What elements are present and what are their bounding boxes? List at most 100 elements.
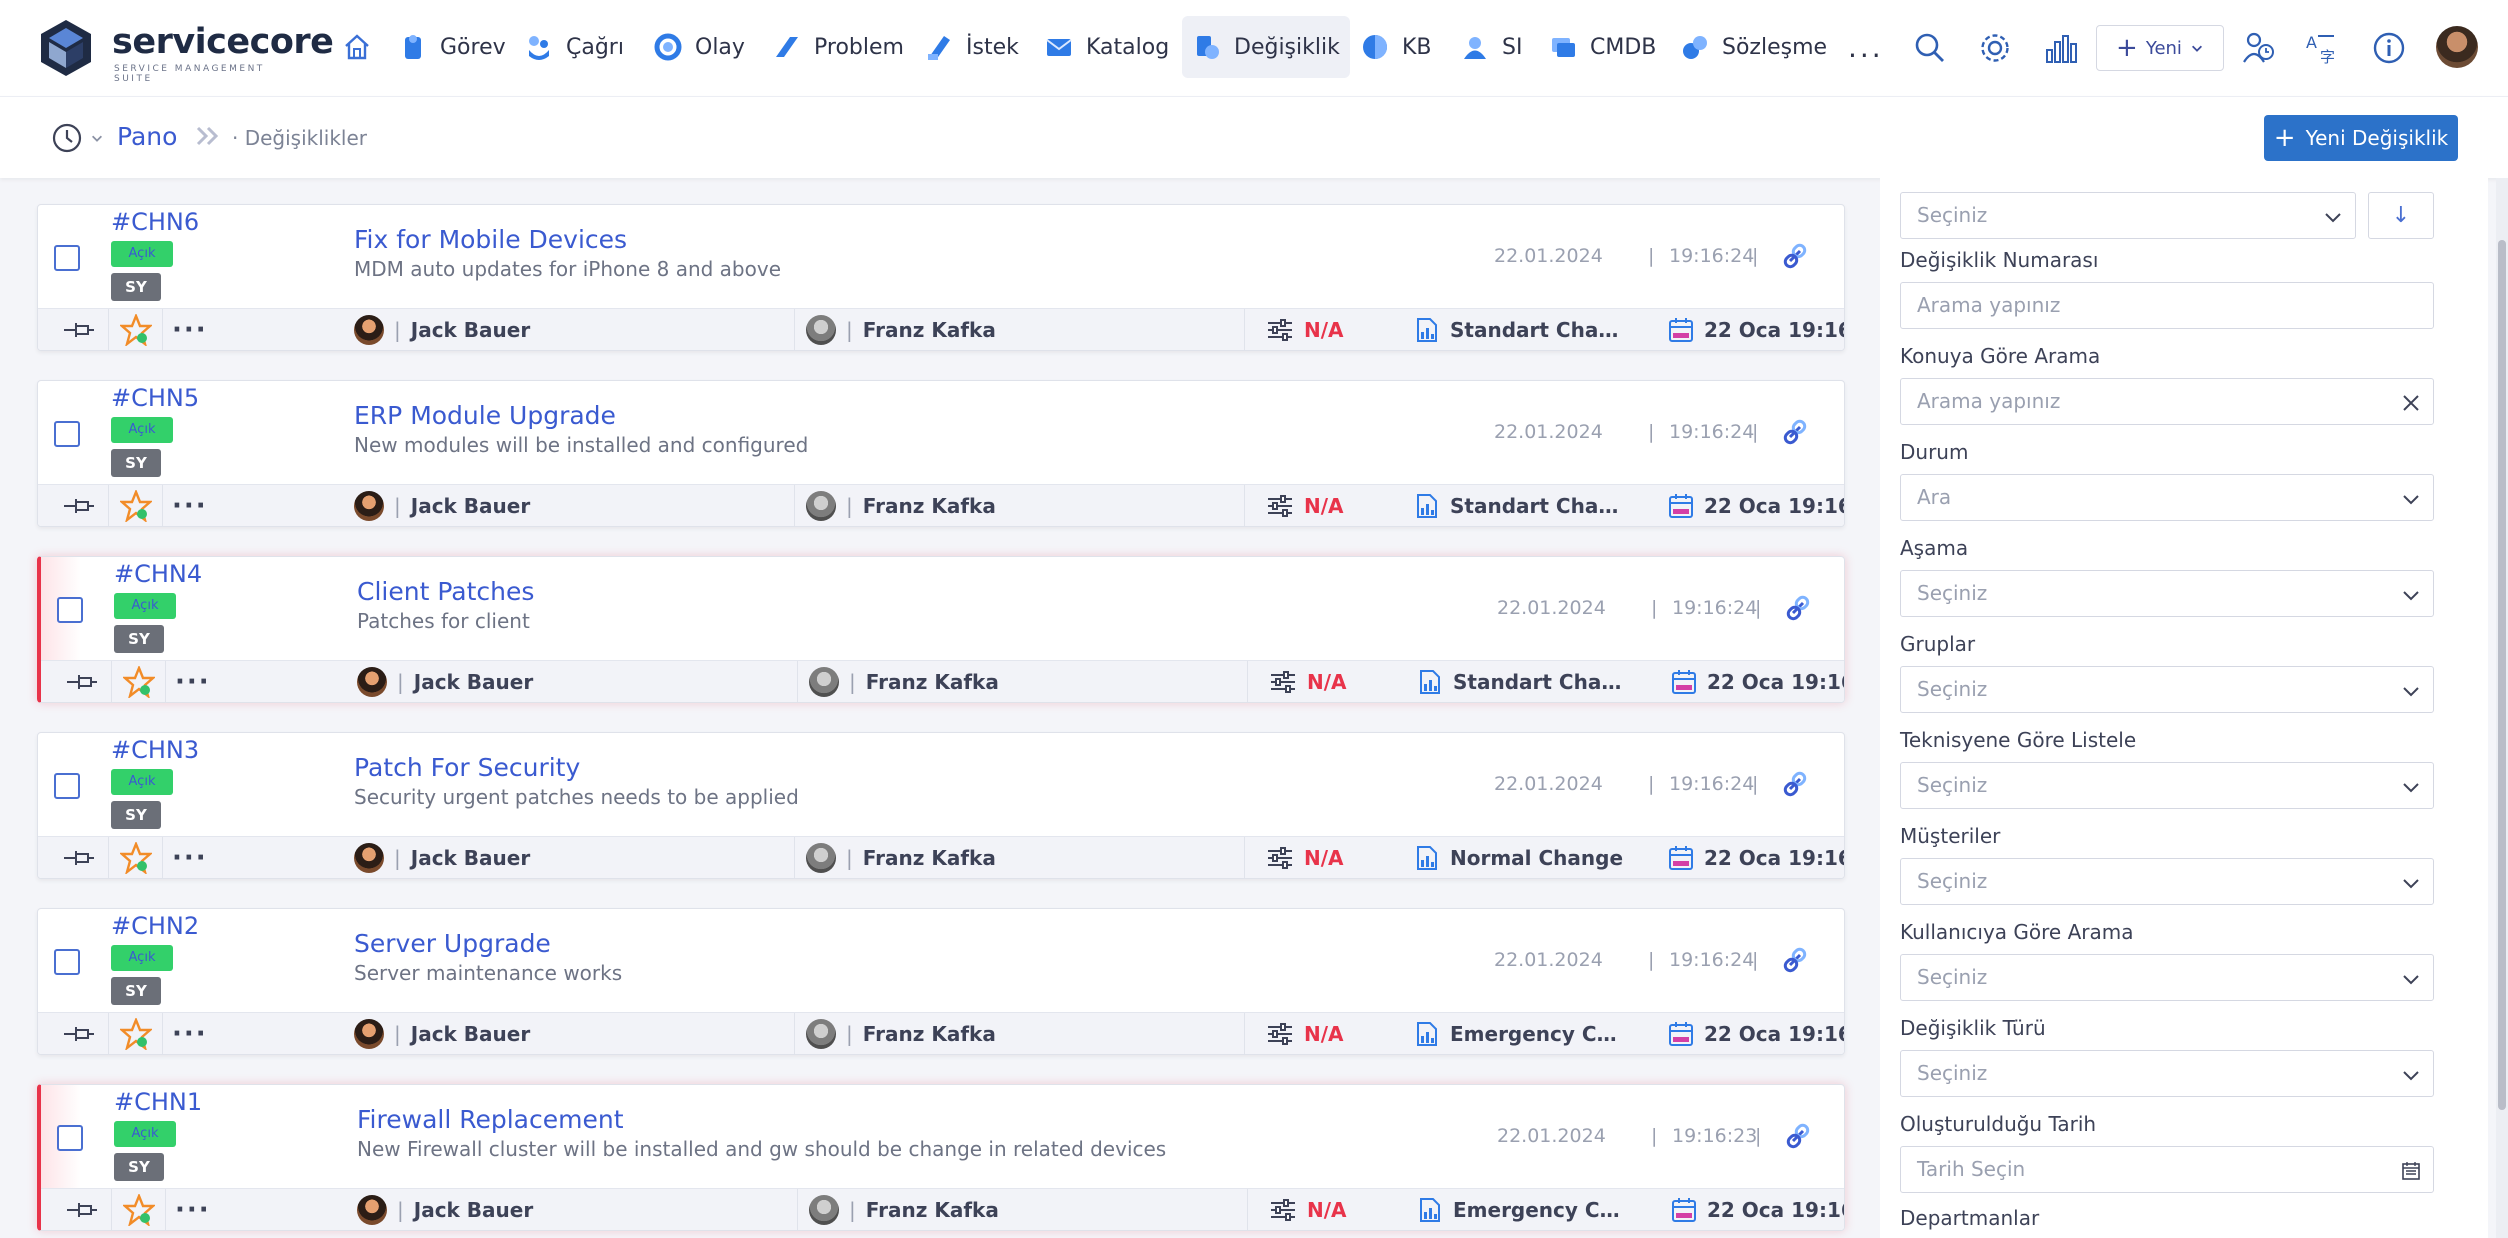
nav-item-cmdb[interactable]: CMDB: [1538, 16, 1666, 78]
link-icon[interactable]: [1780, 945, 1810, 975]
pin-button[interactable]: [65, 1189, 99, 1230]
date-picker-input[interactable]: Tarih Seçin: [1900, 1146, 2434, 1193]
change-number[interactable]: #CHN2: [111, 912, 199, 940]
favorite-button[interactable]: [120, 485, 152, 526]
requester-name[interactable]: Jack Bauer: [414, 670, 533, 694]
select-checkbox[interactable]: [54, 949, 80, 975]
select-checkbox[interactable]: [54, 773, 80, 799]
nav-item-katalog[interactable]: Katalog: [1034, 16, 1179, 78]
servicecore-logo[interactable]: servicecore SERVICE MANAGEMENT SUITE: [36, 18, 334, 84]
breadcrumb-home-link[interactable]: Pano: [117, 122, 177, 151]
more-actions-button[interactable]: ···: [172, 309, 208, 350]
link-icon[interactable]: [1780, 417, 1810, 447]
nav-item-problem[interactable]: Problem: [762, 16, 914, 78]
filter-select[interactable]: Seçiniz: [1900, 858, 2434, 905]
assignee-name[interactable]: Franz Kafka: [866, 1198, 999, 1222]
change-card[interactable]: #CHN5 Açık SY ERP Module Upgrade New mod…: [37, 380, 1845, 527]
nav-item-istek[interactable]: İstek: [914, 16, 1029, 78]
favorite-button[interactable]: [120, 309, 152, 350]
change-title[interactable]: Firewall Replacement: [357, 1105, 624, 1134]
favorite-button[interactable]: [123, 1189, 155, 1230]
sort-select[interactable]: Seçiniz: [1900, 192, 2356, 239]
requester-name[interactable]: Jack Bauer: [414, 1198, 533, 1222]
nav-item-sozlesme[interactable]: Sözleşme: [1670, 16, 1837, 78]
change-card[interactable]: #CHN2 Açık SY Server Upgrade Server main…: [37, 908, 1845, 1055]
close-icon[interactable]: [2401, 393, 2421, 413]
more-actions-button[interactable]: ···: [175, 1189, 211, 1230]
change-title[interactable]: Server Upgrade: [354, 929, 551, 958]
pin-button[interactable]: [65, 661, 99, 702]
filter-select[interactable]: Seçiniz: [1900, 666, 2434, 713]
change-title[interactable]: ERP Module Upgrade: [354, 401, 616, 430]
pin-button[interactable]: [62, 837, 96, 878]
filter-select[interactable]: Seçiniz: [1900, 570, 2434, 617]
link-icon[interactable]: [1783, 1121, 1813, 1151]
change-number[interactable]: #CHN3: [111, 736, 199, 764]
filter-select[interactable]: Seçiniz: [1900, 762, 2434, 809]
user-avatar[interactable]: [2436, 26, 2478, 68]
change-number[interactable]: #CHN6: [111, 208, 199, 236]
nav-item-degisiklik[interactable]: Değişiklik: [1182, 16, 1350, 78]
home-button[interactable]: [332, 16, 382, 78]
reports-button[interactable]: [2039, 26, 2083, 70]
link-icon[interactable]: [1780, 241, 1810, 271]
assignee-name[interactable]: Franz Kafka: [863, 846, 996, 870]
select-checkbox[interactable]: [54, 245, 80, 271]
requester-name[interactable]: Jack Bauer: [411, 494, 530, 518]
sort-direction-button[interactable]: ↓: [2368, 192, 2434, 239]
change-card[interactable]: #CHN3 Açık SY Patch For Security Securit…: [37, 732, 1845, 879]
language-button[interactable]: A字: [2300, 26, 2344, 70]
info-button[interactable]: [2367, 26, 2411, 70]
search-button[interactable]: [1908, 26, 1952, 70]
assignee-name[interactable]: Franz Kafka: [863, 1022, 996, 1046]
select-checkbox[interactable]: [57, 597, 83, 623]
select-checkbox[interactable]: [54, 421, 80, 447]
change-number[interactable]: #CHN5: [111, 384, 199, 412]
favorite-button[interactable]: [120, 1013, 152, 1054]
change-number[interactable]: #CHN1: [114, 1088, 202, 1116]
change-number[interactable]: #CHN4: [114, 560, 202, 588]
nav-item-olay[interactable]: Olay: [643, 16, 755, 78]
nav-more-button[interactable]: ...: [1838, 16, 1894, 78]
requester-name[interactable]: Jack Bauer: [411, 1022, 530, 1046]
nav-item-si[interactable]: SI: [1450, 16, 1532, 78]
more-actions-button[interactable]: ···: [172, 485, 208, 526]
change-title[interactable]: Fix for Mobile Devices: [354, 225, 627, 254]
pin-button[interactable]: [62, 1013, 96, 1054]
favorite-button[interactable]: [120, 837, 152, 878]
link-icon[interactable]: [1783, 593, 1813, 623]
link-icon[interactable]: [1780, 769, 1810, 799]
user-time-button[interactable]: [2236, 26, 2280, 70]
filter-select[interactable]: Seçiniz: [1900, 954, 2434, 1001]
assignee-name[interactable]: Franz Kafka: [863, 494, 996, 518]
requester-name[interactable]: Jack Bauer: [411, 846, 530, 870]
history-button[interactable]: [50, 121, 104, 155]
settings-button[interactable]: [1973, 26, 2017, 70]
more-actions-button[interactable]: ···: [172, 1013, 208, 1054]
more-actions-button[interactable]: ···: [172, 837, 208, 878]
filter-select[interactable]: Ara: [1900, 474, 2434, 521]
change-title[interactable]: Patch For Security: [354, 753, 580, 782]
change-card[interactable]: #CHN6 Açık SY Fix for Mobile Devices MDM…: [37, 204, 1845, 351]
filter-search-input[interactable]: Arama yapınız: [1900, 378, 2434, 425]
new-change-button[interactable]: + Yeni Değişiklik: [2264, 115, 2458, 161]
new-dropdown-button[interactable]: + Yeni: [2096, 25, 2224, 71]
nav-item-kb[interactable]: KB: [1350, 16, 1442, 78]
calendar-icon[interactable]: [2401, 1161, 2421, 1181]
nav-item-gorev[interactable]: Görev: [388, 16, 516, 78]
pin-button[interactable]: [62, 309, 96, 350]
change-card[interactable]: #CHN4 Açık SY Client Patches Patches for…: [37, 556, 1845, 703]
nav-item-cagri[interactable]: Çağrı: [514, 16, 634, 78]
scrollbar-thumb[interactable]: [2498, 240, 2506, 1110]
assignee-name[interactable]: Franz Kafka: [866, 670, 999, 694]
requester-name[interactable]: Jack Bauer: [411, 318, 530, 342]
change-card[interactable]: #CHN1 Açık SY Firewall Replacement New F…: [37, 1084, 1845, 1231]
pin-button[interactable]: [62, 485, 96, 526]
more-actions-button[interactable]: ···: [175, 661, 211, 702]
change-title[interactable]: Client Patches: [357, 577, 534, 606]
assignee-name[interactable]: Franz Kafka: [863, 318, 996, 342]
select-checkbox[interactable]: [57, 1125, 83, 1151]
filter-select[interactable]: Seçiniz: [1900, 1050, 2434, 1097]
favorite-button[interactable]: [123, 661, 155, 702]
filter-search-input[interactable]: Arama yapınız: [1900, 282, 2434, 329]
